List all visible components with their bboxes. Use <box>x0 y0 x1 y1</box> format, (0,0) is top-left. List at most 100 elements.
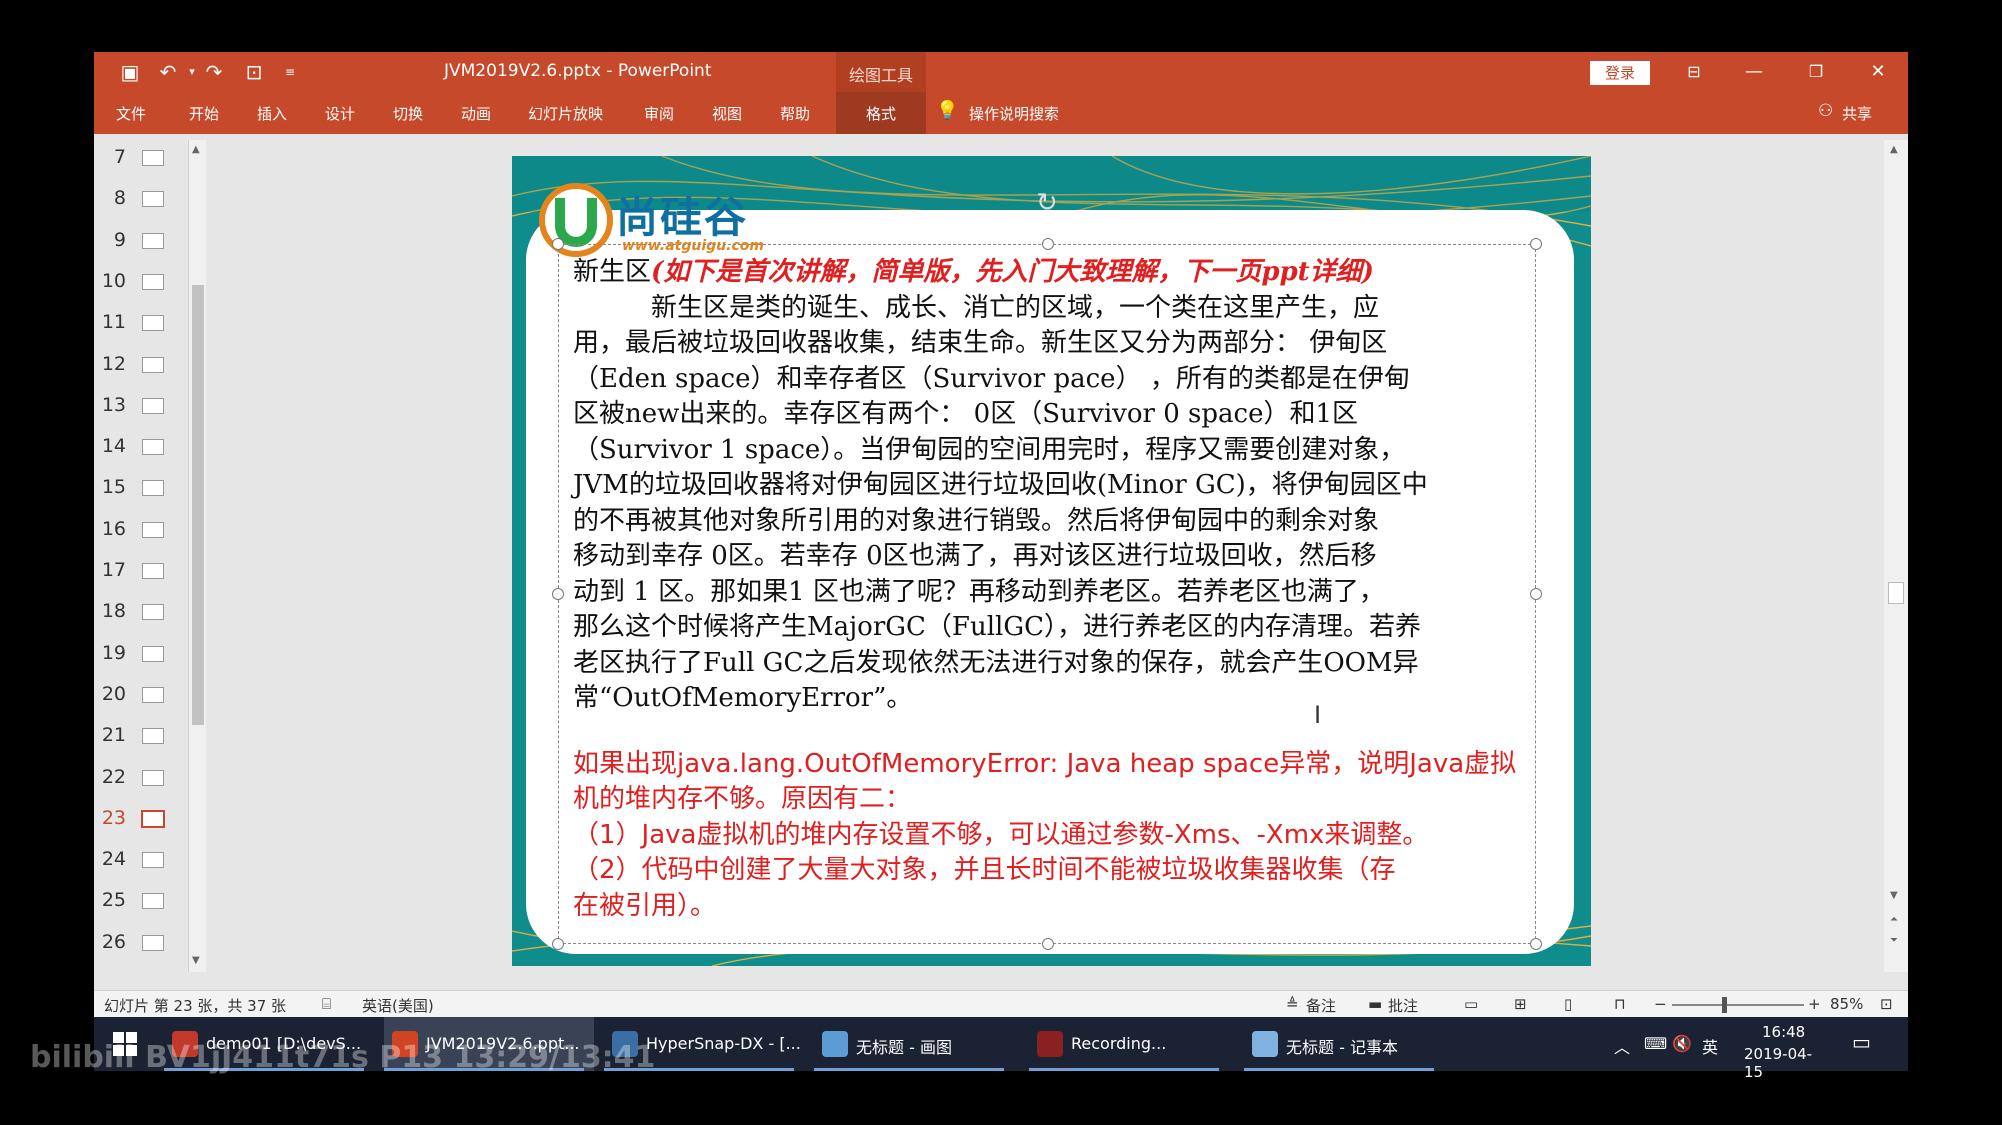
resize-handle[interactable] <box>552 938 564 950</box>
video-id-timestamp: BV1jJ411t71s P13 13:29/13:41 <box>145 1040 656 1075</box>
customize-toolbar-icon[interactable]: ≡ <box>278 60 302 84</box>
tab-animations[interactable]: 动画 <box>461 103 491 124</box>
zoom-out-icon[interactable]: − <box>1654 995 1667 1013</box>
resize-handle[interactable] <box>552 588 564 600</box>
next-slide-icon[interactable]: ⏷ <box>1890 935 1898 946</box>
text-cursor-icon: I <box>1314 701 1322 729</box>
slide-number: 14 <box>101 435 126 458</box>
restore-button[interactable]: ❐ <box>1796 57 1836 87</box>
slide-number: 22 <box>101 765 126 788</box>
resize-handle[interactable] <box>1530 938 1542 950</box>
login-button[interactable]: 登录 <box>1590 61 1650 85</box>
spellcheck-icon[interactable]: ⌸ <box>322 995 331 1013</box>
slide-preview <box>142 563 164 579</box>
tab-slideshow[interactable]: 幻灯片放映 <box>528 103 603 124</box>
save-icon[interactable]: ▣ <box>118 60 142 84</box>
slide-preview <box>142 150 164 166</box>
tab-help[interactable]: 帮助 <box>780 103 810 124</box>
scroll-down-icon[interactable]: ▼ <box>192 955 200 966</box>
status-bar: 幻灯片 第 23 张，共 37 张 ⌸ 英语(美国) ≜ 备注 ▬ 批注 ▭ ⊞… <box>94 990 1908 1017</box>
zoom-in-icon[interactable]: + <box>1808 995 1821 1013</box>
tab-file[interactable]: 文件 <box>116 103 146 124</box>
person-icon[interactable]: ⚇ <box>1818 101 1833 121</box>
running-indicator <box>1029 1068 1219 1071</box>
slide-number: 17 <box>101 559 126 581</box>
tab-review[interactable]: 审阅 <box>644 103 674 124</box>
slide-number: 18 <box>101 600 126 623</box>
ribbon-display-options-icon[interactable]: ⊟ <box>1674 57 1714 87</box>
body-line: 区被new出来的。幸存区有两个： 0区（Survivor 0 space）和1区 <box>573 399 1359 429</box>
language-indicator[interactable]: 英语(美国) <box>362 995 434 1016</box>
slide-preview <box>142 521 164 538</box>
running-indicator <box>814 1068 1004 1071</box>
slide-number: 20 <box>101 682 126 705</box>
start-slideshow-icon[interactable]: ⊡ <box>242 60 266 84</box>
resize-handle[interactable] <box>1042 238 1054 250</box>
minimize-button[interactable]: — <box>1734 57 1774 87</box>
share-button[interactable]: 共享 <box>1842 103 1872 124</box>
comments-button[interactable]: 批注 <box>1388 995 1418 1016</box>
text-box[interactable]: 新生区(如下是首次讲解，简单版，先入门大致理解，下一页ppt详细) 新生区是类的… <box>552 238 1542 950</box>
body-line: 新生区是类的诞生、成长、消亡的区域，一个类在这里产生，应 <box>573 292 1380 323</box>
slide-number: 26 <box>101 930 126 953</box>
undo-icon[interactable]: ↶ <box>156 60 180 84</box>
body-line: 动到 1 区。那如果1 区也满了呢？再移动到养老区。若养老区也满了， <box>573 576 1385 607</box>
body-line: 那么这个时候将产生MajorGC（FullGC），进行养老区的内存清理。若养 <box>573 612 1422 642</box>
slide-preview <box>142 893 164 910</box>
thumbnail-scroll-thumb[interactable] <box>192 285 204 725</box>
close-button[interactable]: ✕ <box>1858 57 1898 87</box>
notes-button[interactable]: 备注 <box>1306 995 1336 1016</box>
tab-transitions[interactable]: 切换 <box>393 103 423 124</box>
body-lines: 新生区是类的诞生、成长、消亡的区域，一个类在这里产生，应 用，最后被垃圾回收器收集… <box>573 291 1533 717</box>
thumbnail-scrollbar[interactable]: ▲ ▼ <box>188 140 206 972</box>
resize-handle[interactable] <box>1042 938 1054 950</box>
taskbar-app-label: 无标题 - 画图 <box>856 1038 952 1057</box>
editor-scrollbar[interactable]: ▲ ▼ ⏶ ⏷ <box>1884 140 1908 972</box>
tab-insert[interactable]: 插入 <box>257 103 287 124</box>
lightbulb-icon[interactable]: 💡 <box>936 100 958 121</box>
slide-preview <box>142 315 164 332</box>
tell-me-search[interactable]: 操作说明搜索 <box>969 103 1059 124</box>
slide-canvas[interactable]: 尚硅谷 www.atguigu.com ↻ 新生区(如下是首次讲解，简单版，先入… <box>512 156 1591 966</box>
notes-icon[interactable]: ≜ <box>1286 995 1299 1013</box>
slide-body-text: 新生区(如下是首次讲解，简单版，先入门大致理解，下一页ppt详细) 新生区是类的… <box>573 255 1533 924</box>
comments-icon[interactable]: ▬ <box>1368 995 1382 1013</box>
slide-number: 8 <box>113 187 126 210</box>
editor-scroll-down-icon[interactable]: ▼ <box>1890 890 1898 901</box>
normal-view-icon[interactable]: ▭ <box>1464 995 1478 1013</box>
scroll-up-icon[interactable]: ▲ <box>192 144 200 155</box>
rotate-handle-icon[interactable]: ↻ <box>1036 188 1058 218</box>
slide-number: 7 <box>113 146 126 168</box>
resize-handle[interactable] <box>1530 238 1542 250</box>
zoom-level[interactable]: 85% <box>1830 995 1863 1013</box>
red-note-block: 如果出现java.lang.OutOfMemoryError: Java hea… <box>573 747 1533 925</box>
editor-scroll-thumb[interactable] <box>1888 582 1904 604</box>
taskbar-app[interactable]: Recording... <box>1029 1017 1229 1071</box>
taskbar-app[interactable]: 无标题 - 记事本 <box>1244 1017 1444 1071</box>
drawing-tools-label: 绘图工具 <box>848 66 913 85</box>
slide-sorter-icon[interactable]: ⊞ <box>1514 995 1527 1013</box>
editor-scroll-up-icon[interactable]: ▲ <box>1890 144 1898 155</box>
redo-icon[interactable]: ↷ <box>202 60 226 84</box>
tab-format[interactable]: 格式 <box>836 92 926 134</box>
slide-preview <box>142 686 164 703</box>
red-note-line: （1）Java虚拟机的堆内存设置不够，可以通过参数-Xms、-Xmx来调整。 <box>573 819 1429 850</box>
zoom-slider-thumb[interactable] <box>1722 997 1727 1013</box>
slideshow-view-icon[interactable]: ⊓ <box>1614 995 1626 1013</box>
tab-home[interactable]: 开始 <box>189 103 219 124</box>
reading-view-icon[interactable]: ▯ <box>1564 995 1572 1013</box>
undo-dropdown-icon[interactable]: ▾ <box>180 60 204 84</box>
heading: 新生区 <box>573 257 652 287</box>
tab-design[interactable]: 设计 <box>325 103 355 124</box>
zoom-slider[interactable] <box>1672 1004 1804 1006</box>
fit-to-window-icon[interactable]: ⊡ <box>1880 995 1893 1013</box>
previous-slide-icon[interactable]: ⏶ <box>1890 914 1898 925</box>
resize-handle[interactable] <box>552 238 564 250</box>
running-indicator <box>1244 1068 1434 1071</box>
clock[interactable]: 16:48 2019-04-15 <box>1744 1017 1824 1081</box>
body-line: （Eden space）和幸存者区（Survivor pace） ，所有的类都是… <box>573 363 1410 394</box>
tab-view[interactable]: 视图 <box>712 103 742 124</box>
body-line: 老区执行了Full GC之后发现依然无法进行对象的保存，就会产生OOM异 <box>573 647 1419 678</box>
taskbar-app[interactable]: 无标题 - 画图 <box>814 1017 1014 1071</box>
red-note-line: 如果出现java.lang.OutOfMemoryError: Java hea… <box>573 748 1517 779</box>
